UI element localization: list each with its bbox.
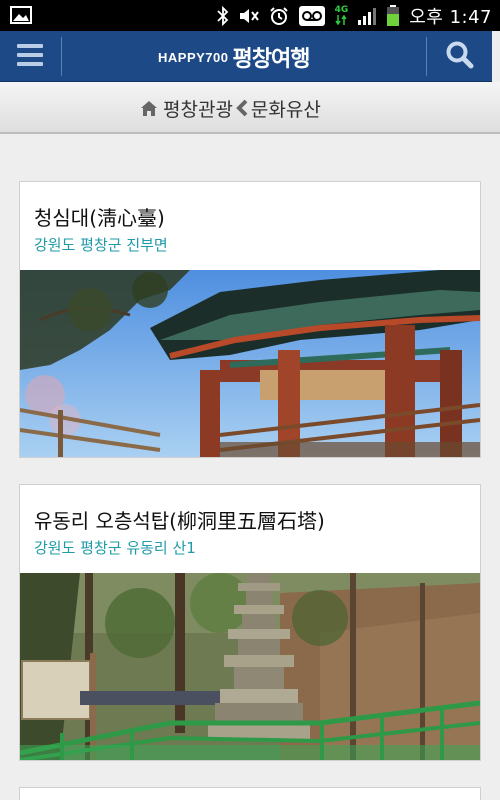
stone-pagoda-photo bbox=[20, 573, 480, 760]
header-divider-left bbox=[61, 37, 62, 76]
signal-icon bbox=[357, 6, 377, 26]
breadcrumb-root[interactable]: 평창관광 bbox=[163, 95, 233, 122]
chevron-left-icon bbox=[235, 98, 249, 118]
heritage-card[interactable] bbox=[19, 787, 481, 800]
search-icon bbox=[445, 40, 475, 74]
heritage-card[interactable]: 유동리 오층석탑(柳洞里五層石塔) 강원도 평창군 유동리 산1 bbox=[19, 484, 481, 761]
card-title: 유동리 오층석탑(柳洞里五層石塔) bbox=[34, 509, 325, 533]
app-logo[interactable]: HAPPY700 평창여행 bbox=[158, 39, 310, 75]
bluetooth-icon bbox=[216, 5, 229, 26]
alarm-icon bbox=[269, 6, 289, 26]
gallery-icon bbox=[10, 6, 32, 24]
header-divider-right bbox=[426, 37, 427, 76]
network-4g-icon: 4G bbox=[334, 5, 349, 25]
menu-button[interactable] bbox=[0, 31, 60, 82]
status-bar: 4G 오후 1:47 bbox=[0, 0, 500, 31]
breadcrumb: 평창관광 문화유산 bbox=[0, 82, 500, 134]
app-header: HAPPY700 평창여행 bbox=[0, 31, 500, 82]
card-location: 강원도 평창군 진부면 bbox=[34, 236, 168, 254]
logo-title: 평창여행 bbox=[232, 47, 310, 72]
search-button[interactable] bbox=[430, 31, 490, 82]
card-title: 청심대(淸心臺) bbox=[34, 206, 165, 230]
pavilion-photo bbox=[20, 270, 480, 457]
heritage-card[interactable]: 청심대(淸心臺) 강원도 평창군 진부면 bbox=[19, 181, 481, 458]
card-location: 강원도 평창군 유동리 산1 bbox=[34, 539, 196, 557]
battery-icon bbox=[386, 4, 400, 27]
menu-icon bbox=[17, 43, 43, 71]
home-icon[interactable] bbox=[140, 100, 158, 117]
breadcrumb-current: 문화유산 bbox=[250, 98, 321, 121]
logo-brand: HAPPY700 bbox=[158, 49, 229, 65]
status-time: 오후 1:47 bbox=[409, 6, 492, 28]
voicemail-icon bbox=[298, 5, 326, 27]
network-type: 4G bbox=[334, 5, 349, 15]
mute-icon bbox=[238, 7, 260, 25]
header-edge bbox=[492, 31, 500, 82]
